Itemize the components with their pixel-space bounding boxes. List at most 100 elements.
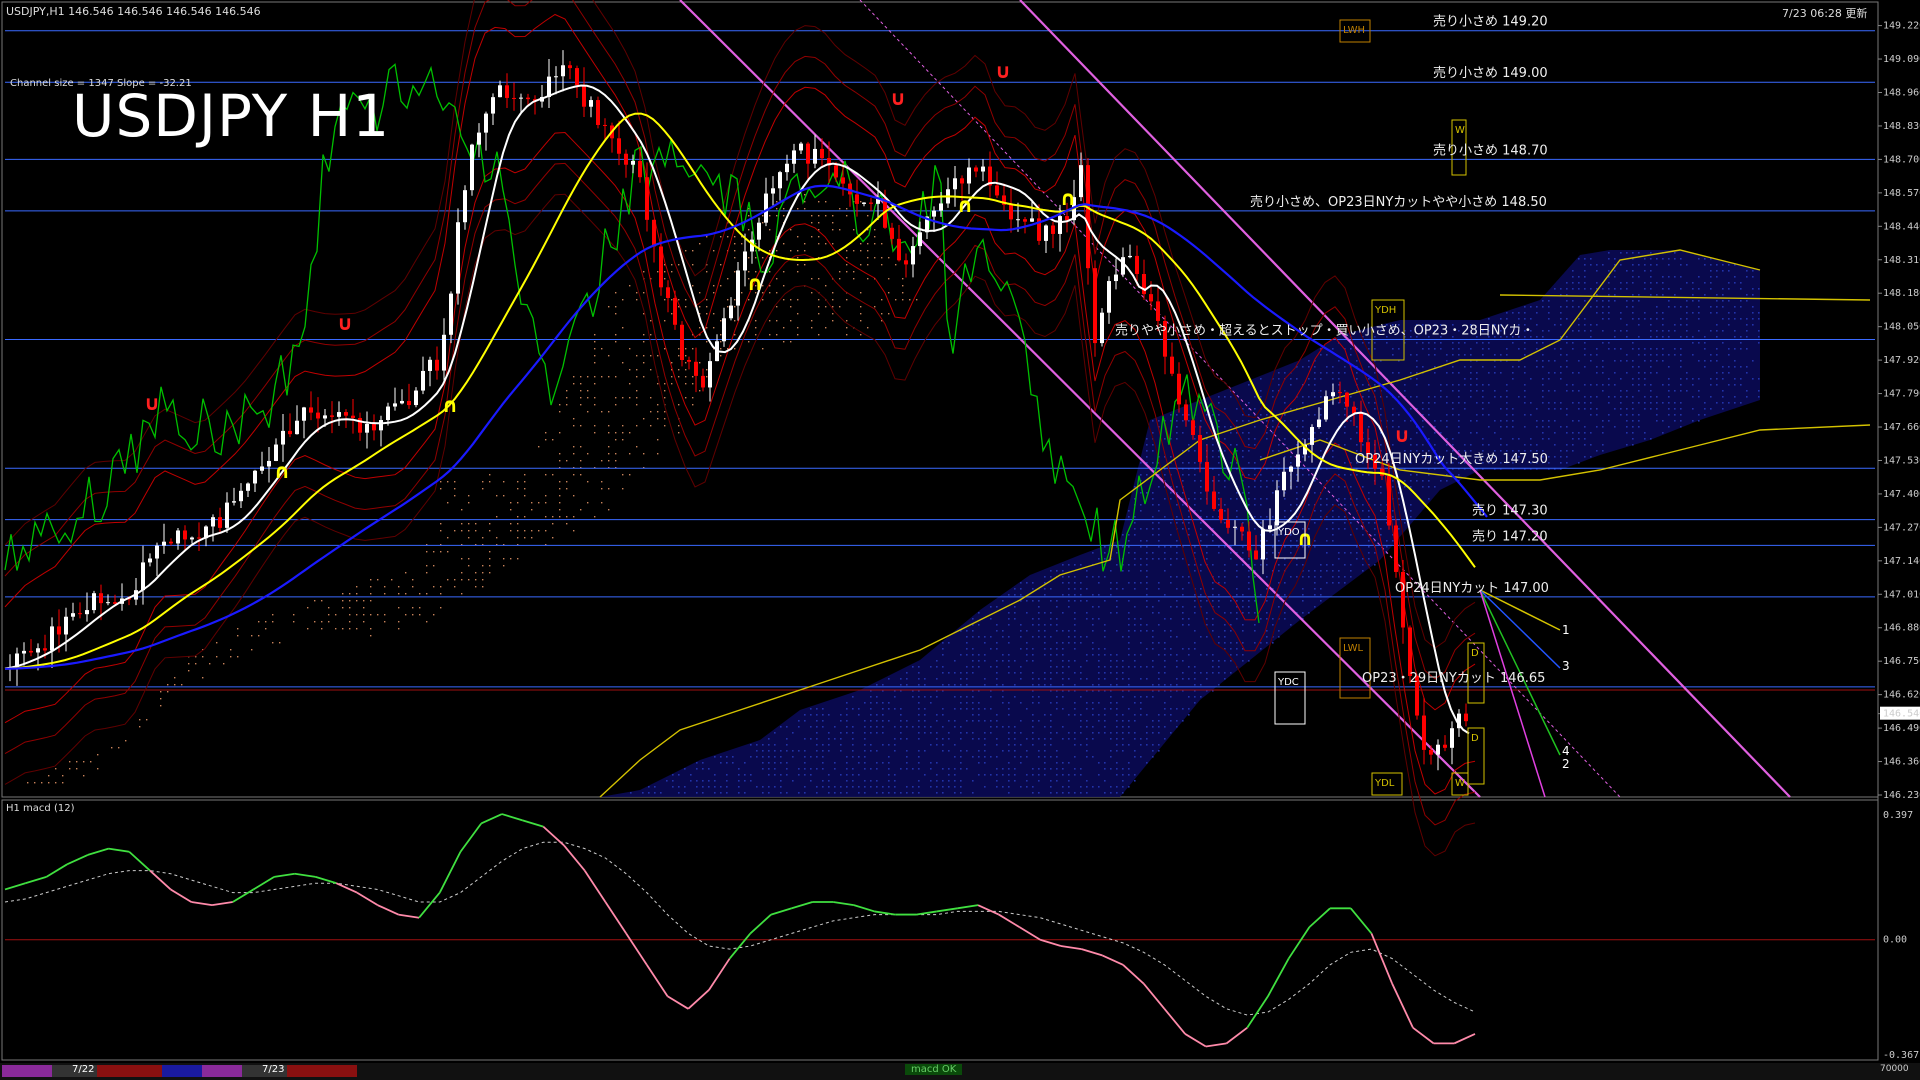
kumo-dot bbox=[1104, 558, 1106, 560]
kumo-dot bbox=[1236, 492, 1238, 494]
kumo-dot bbox=[657, 453, 659, 455]
kumo-dot bbox=[1074, 618, 1076, 620]
kumo-dot bbox=[1584, 288, 1586, 290]
kumo-dot bbox=[1632, 438, 1634, 440]
kumo-dot bbox=[1266, 540, 1268, 542]
kumo-dot bbox=[1020, 588, 1022, 590]
kumo-dot bbox=[1656, 396, 1658, 398]
kumo-dot bbox=[1032, 654, 1034, 656]
kumo-dot bbox=[1470, 354, 1472, 356]
kumo-dot bbox=[1344, 498, 1346, 500]
kumo-dot bbox=[978, 654, 980, 656]
kumo-dot bbox=[489, 523, 491, 525]
kumo-dot bbox=[1260, 486, 1262, 488]
kumo-dot bbox=[1020, 672, 1022, 674]
kumo-dot bbox=[1350, 570, 1352, 572]
candle-body bbox=[267, 460, 271, 467]
kumo-dot bbox=[1572, 420, 1574, 422]
kumo-dot bbox=[996, 630, 998, 632]
kumo-dot bbox=[1680, 402, 1682, 404]
kumo-dot bbox=[461, 593, 463, 595]
kumo-dot bbox=[846, 720, 848, 722]
kumo-dot bbox=[1590, 456, 1592, 458]
kumo-dot bbox=[1032, 672, 1034, 674]
kumo-dot bbox=[786, 762, 788, 764]
kumo-dot bbox=[237, 635, 239, 637]
macd-segment bbox=[501, 813, 523, 822]
kumo-dot bbox=[810, 738, 812, 740]
kumo-dot bbox=[1554, 420, 1556, 422]
kumo-dot bbox=[636, 369, 638, 371]
kumo-dot bbox=[1170, 648, 1172, 650]
kumo-dot bbox=[1002, 702, 1004, 704]
kumo-dot bbox=[1566, 432, 1568, 434]
kumo-dot bbox=[1050, 660, 1052, 662]
kumo-dot bbox=[1188, 714, 1190, 716]
kumo-dot bbox=[839, 278, 841, 280]
kumo-dot bbox=[356, 614, 358, 616]
candle-body bbox=[260, 466, 264, 471]
kumo-dot bbox=[1578, 330, 1580, 332]
kumo-dot bbox=[1566, 282, 1568, 284]
kumo-dot bbox=[594, 348, 596, 350]
kumo-dot bbox=[1110, 696, 1112, 698]
kumo-dot bbox=[1044, 642, 1046, 644]
kumo-dot bbox=[440, 593, 442, 595]
kumo-dot bbox=[1266, 636, 1268, 638]
kumo-dot bbox=[1410, 444, 1412, 446]
kumo-dot bbox=[648, 792, 650, 794]
kumo-dot bbox=[1332, 456, 1334, 458]
kumo-dot bbox=[1356, 372, 1358, 374]
kumo-dot bbox=[1242, 546, 1244, 548]
kumo-dot bbox=[1116, 762, 1118, 764]
kumo-dot bbox=[1668, 390, 1670, 392]
kumo-dot bbox=[1140, 564, 1142, 566]
kumo-dot bbox=[1416, 474, 1418, 476]
kumo-dot bbox=[1494, 420, 1496, 422]
kumo-dot bbox=[1224, 426, 1226, 428]
kumo-dot bbox=[930, 768, 932, 770]
kumo-dot bbox=[780, 780, 782, 782]
kumo-dot bbox=[825, 243, 827, 245]
kumo-dot bbox=[828, 750, 830, 752]
kumo-dot bbox=[1248, 498, 1250, 500]
kumo-dot bbox=[1182, 678, 1184, 680]
kumo-dot bbox=[1338, 378, 1340, 380]
kumo-dot bbox=[1614, 336, 1616, 338]
kumo-dot bbox=[307, 607, 309, 609]
kumo-dot bbox=[1152, 552, 1154, 554]
kumo-dot bbox=[1176, 576, 1178, 578]
kumo-dot bbox=[1194, 606, 1196, 608]
kumo-dot bbox=[1758, 312, 1760, 314]
kumo-dot bbox=[1050, 600, 1052, 602]
kumo-dot bbox=[1638, 348, 1640, 350]
kumo-dot bbox=[1572, 276, 1574, 278]
macd-segment bbox=[625, 932, 648, 966]
kumo-dot bbox=[720, 334, 722, 336]
kumo-dot bbox=[1626, 288, 1628, 290]
kumo-dot bbox=[1596, 348, 1598, 350]
kumo-dot bbox=[1080, 768, 1082, 770]
price-chart[interactable]: ∪∪∪∪∪∩∩∩∩ ∩∩ 1342 LWHWYDHYDOLWLYDCYDLDDW … bbox=[0, 0, 1920, 1080]
kumo-dot bbox=[1476, 402, 1478, 404]
kumo-dot bbox=[601, 488, 603, 490]
kumo-dot bbox=[1422, 408, 1424, 410]
kumo-dot bbox=[1254, 396, 1256, 398]
kumo-dot bbox=[1092, 594, 1094, 596]
kumo-dot bbox=[1434, 396, 1436, 398]
kumo-dot bbox=[97, 754, 99, 756]
level-label: 売り小さめ、OP23日NYカットやや小さめ 148.50 bbox=[1250, 194, 1547, 210]
price-axis[interactable]: 149.220149.090148.960148.830148.700148.5… bbox=[1878, 21, 1920, 801]
candle-body bbox=[386, 406, 390, 421]
kumo-dot bbox=[954, 660, 956, 662]
kumo-dot bbox=[1608, 348, 1610, 350]
kumo-dot bbox=[482, 565, 484, 567]
kumo-dot bbox=[720, 762, 722, 764]
kumo-dot bbox=[1170, 630, 1172, 632]
kumo-dot bbox=[1626, 306, 1628, 308]
kumo-dot bbox=[846, 708, 848, 710]
kumo-dot bbox=[1200, 594, 1202, 596]
kumo-dot bbox=[615, 439, 617, 441]
kumo-dot bbox=[948, 750, 950, 752]
kumo-dot bbox=[608, 432, 610, 434]
